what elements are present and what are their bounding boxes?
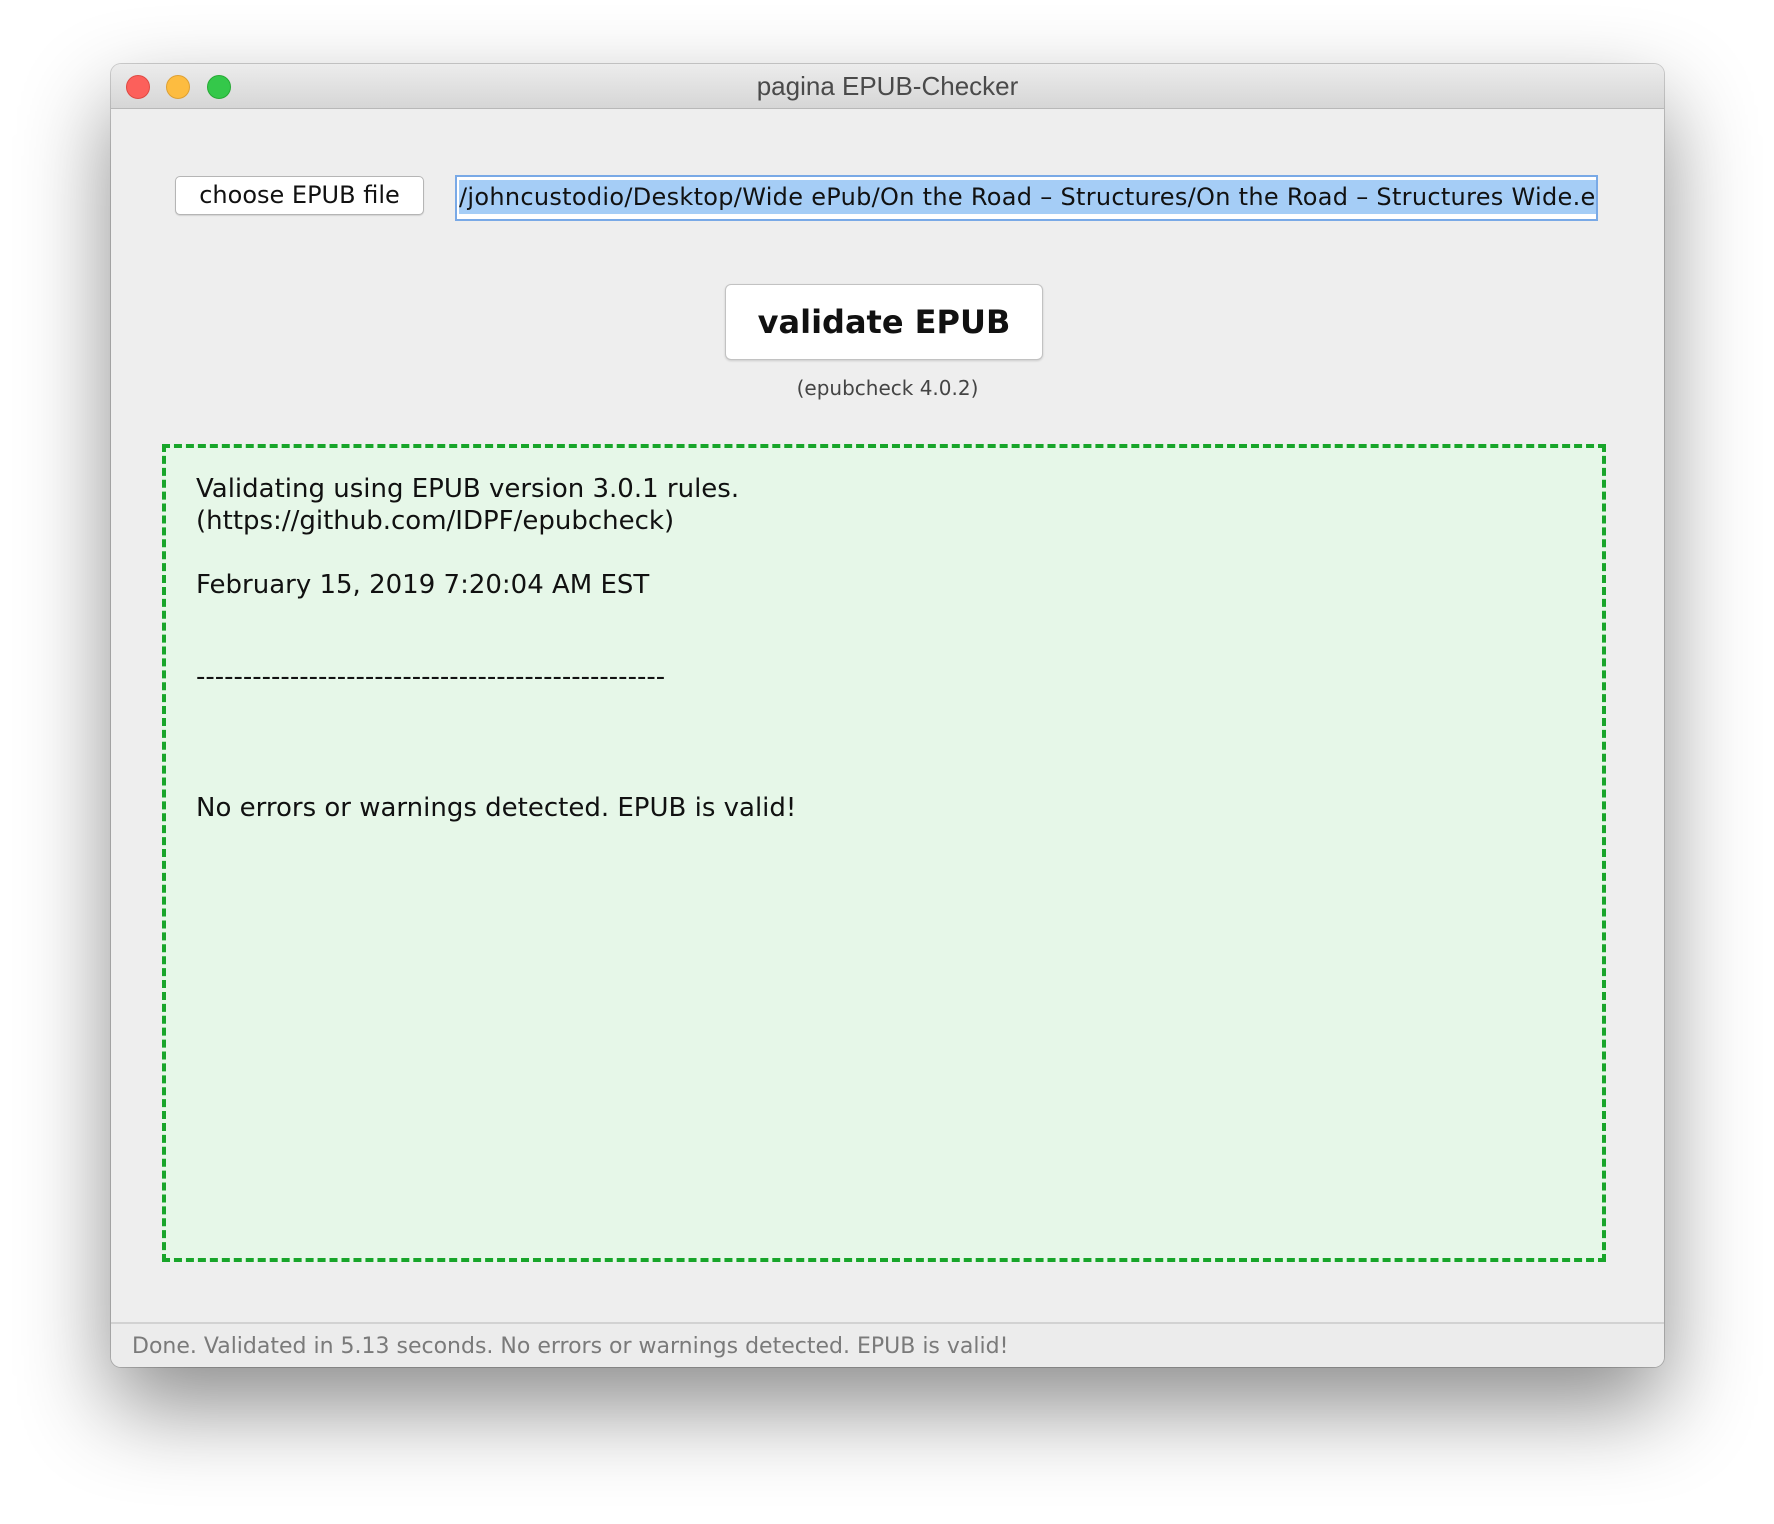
status-bar: Done. Validated in 5.13 seconds. No erro…: [111, 1322, 1664, 1367]
choose-epub-file-button[interactable]: choose EPUB file: [175, 176, 424, 215]
file-path-text: /johncustodio/Desktop/Wide ePub/On the R…: [459, 180, 1596, 214]
epubcheck-version-label: (epubcheck 4.0.2): [796, 376, 979, 400]
validate-epub-button[interactable]: validate EPUB: [725, 284, 1043, 360]
output-line-timestamp: February 15, 2019 7:20:04 AM EST: [196, 570, 650, 600]
title-bar[interactable]: pagina EPUB-Checker: [111, 64, 1664, 109]
output-line-separator: ----------------------------------------…: [196, 662, 666, 692]
output-line-rules: Validating using EPUB version 3.0.1 rule…: [196, 474, 740, 504]
app-window: pagina EPUB-Checker choose EPUB file /jo…: [111, 64, 1664, 1367]
output-line-result: No errors or warnings detected. EPUB is …: [196, 793, 797, 823]
status-message: Done. Validated in 5.13 seconds. No erro…: [132, 1334, 1009, 1359]
file-path-field[interactable]: /johncustodio/Desktop/Wide ePub/On the R…: [455, 175, 1598, 221]
validation-output-panel[interactable]: Validating using EPUB version 3.0.1 rule…: [162, 444, 1606, 1262]
window-title: pagina EPUB-Checker: [756, 71, 1019, 101]
output-line-url: (https://github.com/IDPF/epubcheck): [196, 506, 675, 536]
